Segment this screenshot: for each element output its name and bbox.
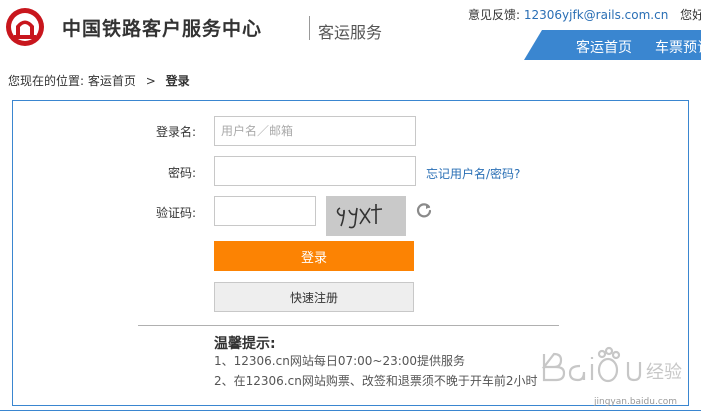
captcha-image[interactable]: 9yxt bbox=[326, 196, 406, 236]
username-label: 登录名: bbox=[155, 125, 196, 139]
nav-item-ticket[interactable]: 车票预订 bbox=[655, 37, 701, 57]
username-input[interactable] bbox=[214, 116, 416, 146]
baidu-watermark-logo: 经验 bbox=[541, 346, 682, 383]
breadcrumb-separator: > bbox=[145, 74, 156, 88]
site-header: 中国铁路客户服务中心 客运服务 意见反馈: 12306yjfk@rails.co… bbox=[0, 0, 701, 60]
feedback-bar: 意见反馈: 12306yjfk@rails.com.cn 您好，请 bbox=[468, 6, 701, 23]
register-button[interactable]: 快速注册 bbox=[214, 282, 414, 312]
breadcrumb-current: 登录 bbox=[165, 74, 190, 88]
refresh-icon[interactable] bbox=[415, 201, 433, 219]
password-label: 密码: bbox=[167, 166, 196, 180]
captcha-input[interactable] bbox=[214, 196, 316, 226]
feedback-label: 意见反馈: bbox=[468, 8, 521, 22]
forgot-password-link[interactable]: 忘记用户名/密码? bbox=[426, 165, 520, 182]
tips-divider bbox=[138, 325, 559, 326]
main-nav: 客运首页 车票预订 bbox=[524, 30, 701, 60]
svg-text:经验: 经验 bbox=[646, 362, 682, 383]
brand-divider bbox=[309, 16, 310, 40]
feedback-email-link[interactable]: 12306yjfk@rails.com.cn bbox=[524, 8, 668, 22]
breadcrumb-home-link[interactable]: 客运首页 bbox=[88, 74, 136, 88]
page-bottom-border bbox=[0, 410, 701, 419]
breadcrumb: 您现在的位置: 客运首页 > 登录 bbox=[8, 72, 190, 89]
tip-item: 1、12306.cn网站每日07:00~23:00提供服务 bbox=[214, 354, 466, 368]
greeting-text[interactable]: 您好，请 bbox=[680, 8, 701, 22]
watermark-url: jingyan.baidu.com bbox=[594, 397, 678, 407]
site-brand[interactable]: 中国铁路客户服务中心 bbox=[62, 14, 262, 41]
site-subbrand: 客运服务 bbox=[318, 23, 383, 42]
tips-title: 温馨提示: bbox=[214, 336, 276, 352]
captcha-label: 验证码: bbox=[155, 206, 196, 220]
tip-item: 2、在12306.cn网站购票、改签和退票须不晚于开车前2小时 bbox=[214, 374, 538, 388]
login-button[interactable]: 登录 bbox=[214, 241, 414, 271]
password-input[interactable] bbox=[214, 156, 416, 186]
railway-logo-icon[interactable] bbox=[4, 6, 46, 48]
breadcrumb-prefix: 您现在的位置: bbox=[8, 74, 85, 88]
nav-item-home[interactable]: 客运首页 bbox=[576, 37, 632, 57]
